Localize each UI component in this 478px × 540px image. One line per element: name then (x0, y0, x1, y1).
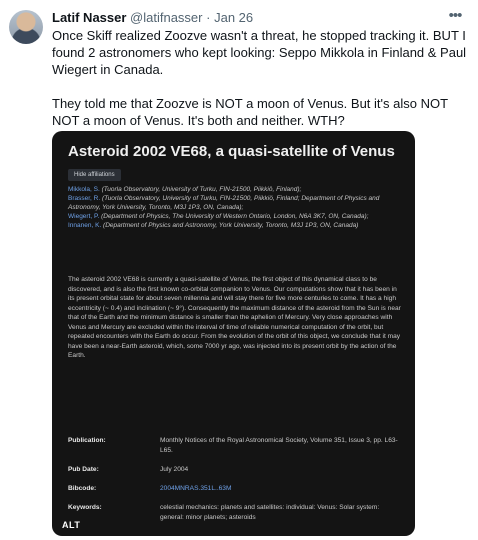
tweet-date[interactable]: Jan 26 (214, 10, 253, 25)
tweet-text: Once Skiff realized Zoozve wasn't a thre… (52, 27, 467, 129)
abstract-text: The asteroid 2002 VE68 is currently a qu… (68, 276, 401, 359)
author-link: Mikkola, S. (68, 186, 100, 193)
tweet-header: Latif Nasser @latifnasser · Jan 26 (52, 9, 458, 26)
more-horizontal-icon[interactable]: ••• (446, 7, 464, 25)
tweet-paragraph: Once Skiff realized Zoozve wasn't a thre… (52, 28, 467, 77)
author-handle[interactable]: @latifnasser (130, 10, 202, 25)
author-link: Brasser, R. (68, 195, 101, 202)
keywords-label: Keywords: (68, 504, 102, 511)
author-link: Innanen, K. (68, 222, 102, 229)
affiliation-item: Wiegert, P. (Department of Physics, The … (68, 212, 400, 221)
publication-label: Publication: (68, 437, 106, 444)
affiliation-item: Mikkola, S. (Tuorla Observatory, Univers… (68, 185, 400, 194)
pubdate-value: July 2004 (160, 466, 189, 473)
hide-affiliations-button: Hide affiliations (68, 169, 121, 181)
author-link: Wiegert, P. (68, 213, 100, 220)
affiliation-text: (Tuorla Observatory, University of Turku… (99, 186, 302, 193)
publication-value: Monthly Notices of the Royal Astronomica… (160, 437, 398, 454)
affiliation-item: Innanen, K. (Department of Physics and A… (68, 221, 400, 230)
affiliations-list: Mikkola, S. (Tuorla Observatory, Univers… (68, 185, 400, 230)
tweet: Latif Nasser @latifnasser · Jan 26 ••• O… (0, 0, 478, 540)
keywords-value: celestial mechanics: planets and satelli… (160, 504, 380, 521)
affiliation-text: (Tuorla Observatory, University of Turku… (68, 195, 380, 211)
paper-title: Asteroid 2002 VE68, a quasi-satellite of… (68, 143, 395, 160)
bibcode-label: Bibcode: (68, 485, 97, 492)
bibcode-value: 2004MNRAS.351L..63M (160, 485, 232, 492)
separator: · (206, 10, 211, 25)
alt-badge[interactable]: ALT (62, 520, 80, 530)
tweet-paragraph: They told me that Zoozve is NOT a moon o… (52, 96, 448, 128)
affiliation-text: (Department of Physics and Astronomy, Yo… (101, 222, 359, 229)
avatar[interactable] (9, 10, 43, 44)
affiliation-text: (Department of Physics, The University o… (99, 213, 369, 220)
tweet-image[interactable]: Asteroid 2002 VE68, a quasi-satellite of… (52, 131, 415, 536)
affiliation-item: Brasser, R. (Tuorla Observatory, Univers… (68, 194, 400, 212)
pubdate-label: Pub Date: (68, 466, 99, 473)
author-name[interactable]: Latif Nasser (52, 10, 126, 25)
